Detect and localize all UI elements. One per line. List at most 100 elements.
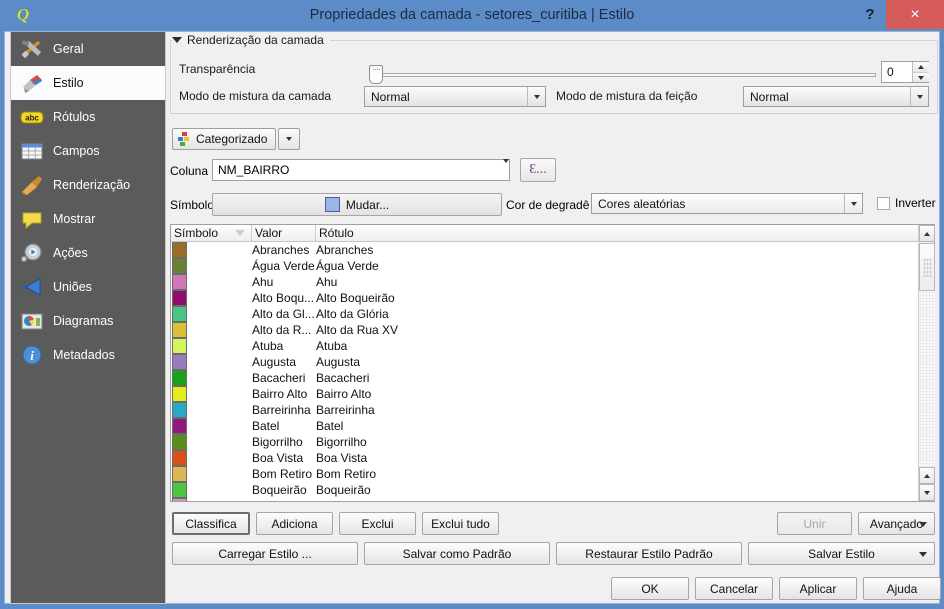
symbol-cell[interactable] — [171, 418, 252, 434]
table-scrollbar[interactable] — [918, 225, 935, 501]
table-row[interactable]: Boa Vista Boa Vista — [171, 450, 919, 466]
transparency-slider[interactable] — [368, 65, 876, 84]
symbol-cell[interactable] — [171, 306, 252, 322]
stepper-buttons[interactable] — [912, 62, 929, 82]
label-cell[interactable]: Augusta — [316, 355, 919, 369]
delete-all-button[interactable]: Exclui tudo — [422, 512, 499, 535]
restore-default-style-button[interactable]: Restaurar Estilo Padrão — [556, 542, 742, 565]
label-cell[interactable]: Bairro Alto — [316, 387, 919, 401]
change-symbol-button[interactable]: Mudar... — [212, 193, 502, 216]
chevron-down-icon[interactable] — [910, 87, 928, 106]
value-cell[interactable]: Boqueirão — [252, 483, 316, 497]
symbol-color-swatch[interactable] — [172, 290, 187, 306]
symbol-cell[interactable] — [171, 242, 252, 258]
title-bar[interactable]: Q Propriedades da camada - setores_curit… — [0, 0, 944, 31]
sidebar-item-metadados[interactable]: i Metadados — [11, 338, 165, 372]
label-cell[interactable]: Bigorrilho — [316, 435, 919, 449]
symbol-color-swatch[interactable] — [172, 258, 187, 274]
table-row[interactable]: Boqueirão Boqueirão — [171, 482, 919, 498]
symbol-cell[interactable] — [171, 402, 252, 418]
symbol-cell[interactable] — [171, 370, 252, 386]
column-header-rotulo[interactable]: Rótulo — [316, 225, 917, 241]
table-row[interactable]: Alto da Gl... Alto da Glória — [171, 306, 919, 322]
symbol-color-swatch[interactable] — [172, 242, 187, 258]
label-cell[interactable]: Alto Boqueirão — [316, 291, 919, 305]
label-cell[interactable]: Bom Retiro — [316, 467, 919, 481]
value-cell[interactable]: Bacacheri — [252, 371, 316, 385]
table-row[interactable]: Batel Batel — [171, 418, 919, 434]
symbol-color-swatch[interactable] — [172, 338, 187, 354]
table-body[interactable]: Abranches Abranches Água Verde Água Verde Ah… — [171, 242, 919, 501]
label-cell[interactable]: Ahu — [316, 275, 919, 289]
value-cell[interactable]: Abranches — [252, 243, 316, 257]
sidebar-item-rotulos[interactable]: abc Rótulos — [11, 100, 165, 134]
sidebar-item-estilo[interactable]: Estilo — [11, 66, 165, 100]
sidebar-item-mostrar[interactable]: Mostrar — [11, 202, 165, 236]
label-cell[interactable]: Bacacheri — [316, 371, 919, 385]
table-row[interactable]: Bigorrilho Bigorrilho — [171, 434, 919, 450]
table-row[interactable]: Ahu Ahu — [171, 274, 919, 290]
table-row[interactable]: Barreirinha Barreirinha — [171, 402, 919, 418]
help-icon[interactable]: ? — [856, 0, 884, 29]
help-button[interactable]: Ajuda — [863, 577, 941, 600]
symbol-color-swatch[interactable] — [172, 482, 187, 498]
value-cell[interactable]: Alto da R... — [252, 323, 316, 337]
label-cell[interactable]: Abranches — [316, 243, 919, 257]
layer-rendering-legend[interactable]: Renderização da camada — [172, 33, 330, 47]
scroll-up-icon[interactable] — [919, 225, 935, 242]
chevron-down-icon[interactable] — [844, 194, 862, 213]
symbol-cell[interactable] — [171, 354, 252, 370]
sidebar-item-acoes[interactable]: Ações — [11, 236, 165, 270]
table-row[interactable]: Augusta Augusta — [171, 354, 919, 370]
value-cell[interactable]: Barreirinha — [252, 403, 316, 417]
transparency-stepper[interactable]: 0 — [881, 61, 929, 83]
delete-category-button[interactable]: Exclui — [339, 512, 416, 535]
symbol-cell[interactable] — [171, 274, 252, 290]
load-style-button[interactable]: Carregar Estilo ... — [172, 542, 358, 565]
symbol-cell[interactable] — [171, 322, 252, 338]
value-cell[interactable]: Bom Retiro — [252, 467, 316, 481]
label-cell[interactable]: Barreirinha — [316, 403, 919, 417]
stepper-down-icon[interactable] — [913, 72, 929, 82]
table-row[interactable]: Atuba Atuba — [171, 338, 919, 354]
scroll-up-icon-bottom[interactable] — [919, 467, 935, 484]
symbol-color-swatch[interactable] — [172, 466, 187, 482]
value-cell[interactable]: Batel — [252, 419, 316, 433]
chevron-down-icon[interactable] — [527, 87, 545, 106]
symbol-cell[interactable] — [171, 434, 252, 450]
value-cell[interactable]: Bairro Alto — [252, 387, 316, 401]
chevron-down-icon[interactable] — [503, 159, 509, 177]
value-cell[interactable]: Atuba — [252, 339, 316, 353]
value-cell[interactable]: Ahu — [252, 275, 316, 289]
symbol-cell[interactable] — [171, 386, 252, 402]
table-row[interactable] — [171, 498, 919, 501]
symbol-color-swatch[interactable] — [172, 322, 187, 338]
add-category-button[interactable]: Adiciona — [256, 512, 333, 535]
scrollbar-track[interactable] — [919, 291, 935, 467]
scroll-down-icon[interactable] — [919, 484, 935, 501]
save-as-default-button[interactable]: Salvar como Padrão — [364, 542, 550, 565]
symbol-cell[interactable] — [171, 258, 252, 274]
symbol-cell[interactable] — [171, 466, 252, 482]
categories-table[interactable]: Símbolo Valor Rótulo Abranches Abranches Á… — [170, 224, 935, 502]
symbol-color-swatch[interactable] — [172, 274, 187, 290]
symbol-color-swatch[interactable] — [172, 402, 187, 418]
symbol-color-swatch[interactable] — [172, 306, 187, 322]
sidebar-item-campos[interactable]: Campos — [11, 134, 165, 168]
sidebar-item-geral[interactable]: Geral — [11, 32, 165, 66]
cancel-button[interactable]: Cancelar — [695, 577, 773, 600]
symbol-cell[interactable] — [171, 450, 252, 466]
renderer-type-button[interactable]: Categorizado — [172, 128, 276, 150]
symbol-color-swatch[interactable] — [172, 418, 187, 434]
label-cell[interactable]: Batel — [316, 419, 919, 433]
table-row[interactable]: Água Verde Água Verde — [171, 258, 919, 274]
symbol-cell[interactable] — [171, 338, 252, 354]
color-ramp-select[interactable]: Cores aleatórias — [591, 193, 863, 214]
column-header-simbolo[interactable]: Símbolo — [171, 225, 252, 241]
expression-builder-button[interactable]: Ɛ... — [520, 158, 556, 182]
symbol-cell[interactable] — [171, 290, 252, 306]
value-cell[interactable]: Bigorrilho — [252, 435, 316, 449]
advanced-button[interactable]: Avançado — [858, 512, 935, 535]
value-cell[interactable]: Água Verde — [252, 259, 316, 273]
symbol-color-swatch[interactable] — [172, 434, 187, 450]
